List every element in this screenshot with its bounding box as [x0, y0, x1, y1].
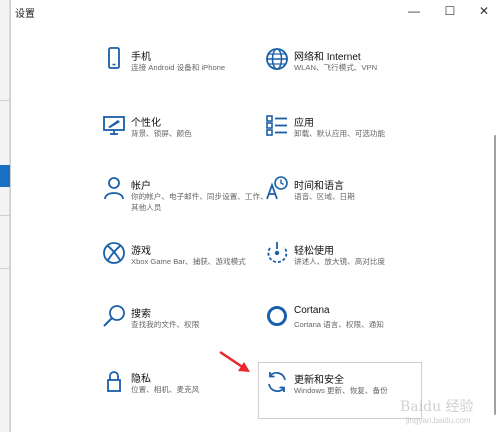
background-highlight — [0, 165, 10, 187]
tile-name: 网络和 Internet — [294, 52, 361, 63]
tile-description: 查找我的文件、权限 — [131, 320, 200, 329]
ease-of-access-icon — [264, 240, 290, 266]
watermark-url: jingyan.baidu.com — [406, 416, 471, 425]
tile-description: 位置、相机、麦克风 — [131, 385, 200, 394]
tile-description: 背景、锁屏、颜色 — [131, 129, 192, 138]
background-divider — [0, 215, 10, 216]
tile-description: 讲述人、放大镜、高对比度 — [294, 257, 386, 266]
tile-description: Cortana 语言、权限、通知 — [294, 320, 384, 329]
tile-name: 游戏 — [131, 246, 151, 257]
lock-icon — [101, 368, 127, 394]
tile-name: Cortana — [294, 305, 330, 316]
tile-name: 应用 — [294, 118, 314, 129]
tile-description: 连接 Android 设备和 iPhone — [131, 63, 226, 72]
tile-name: 个性化 — [131, 118, 161, 129]
globe-icon — [264, 46, 290, 72]
tile-apps[interactable]: 应用 卸载、默认应用、可选功能 — [264, 112, 464, 162]
tile-name: 时间和语言 — [294, 181, 344, 192]
cortana-ring-icon — [264, 303, 290, 329]
tile-description: 语音、区域、日期 — [294, 192, 355, 201]
minimize-button[interactable]: — — [399, 0, 429, 22]
tile-name: 隐私 — [131, 374, 151, 385]
window-title: 设置 — [15, 9, 35, 20]
scrollbar-thumb[interactable] — [494, 135, 496, 415]
phone-icon — [101, 46, 127, 72]
tile-description: WLAN、飞行模式、VPN — [294, 63, 378, 72]
maximize-button[interactable]: ☐ — [435, 0, 465, 22]
tile-name: 搜索 — [131, 309, 151, 320]
watermark-text: Baidu 经验 — [400, 399, 474, 415]
tile-name: 轻松使用 — [294, 246, 334, 257]
tile-description: Windows 更新、恢复、备份 — [294, 386, 388, 395]
magnifier-icon — [101, 303, 127, 329]
title-bar[interactable]: 设置 — ☐ ✕ — [11, 0, 500, 22]
scrollbar[interactable] — [494, 22, 498, 422]
settings-window: 设置 — ☐ ✕ 手机 连接 Android 设备和 iPhone 网络和 In… — [10, 0, 500, 432]
tile-name: 帐户 — [131, 181, 151, 192]
tile-ease-of-access[interactable]: 轻松使用 讲述人、放大镜、高对比度 — [264, 240, 464, 290]
background-divider — [0, 100, 10, 101]
tile-cortana[interactable]: Cortana Cortana 语言、权限、通知 — [264, 303, 464, 353]
language-icon — [264, 175, 290, 201]
tile-name: 更新和安全 — [294, 375, 344, 386]
tile-description: Xbox Game Bar、捕获、游戏模式 — [131, 257, 246, 266]
watermark: Baidu 经验 jingyan.baidu.com — [392, 396, 500, 432]
apps-list-icon — [264, 112, 290, 138]
tile-name: 手机 — [131, 52, 151, 63]
xbox-icon — [101, 240, 127, 266]
person-icon — [101, 175, 127, 201]
sync-arrows-icon — [264, 369, 290, 395]
background-divider — [0, 268, 10, 269]
tile-description: 你的帐户、电子邮件、同步设置、工作、其他人员 — [131, 192, 268, 212]
tile-description: 卸载、默认应用、可选功能 — [294, 129, 386, 138]
background-window-strip — [0, 0, 10, 432]
tile-network[interactable]: 网络和 Internet WLAN、飞行模式、VPN — [264, 46, 464, 96]
close-button[interactable]: ✕ — [469, 0, 499, 22]
paint-monitor-icon — [101, 112, 127, 138]
tile-time-language[interactable]: 时间和语言 语音、区域、日期 — [264, 175, 464, 225]
